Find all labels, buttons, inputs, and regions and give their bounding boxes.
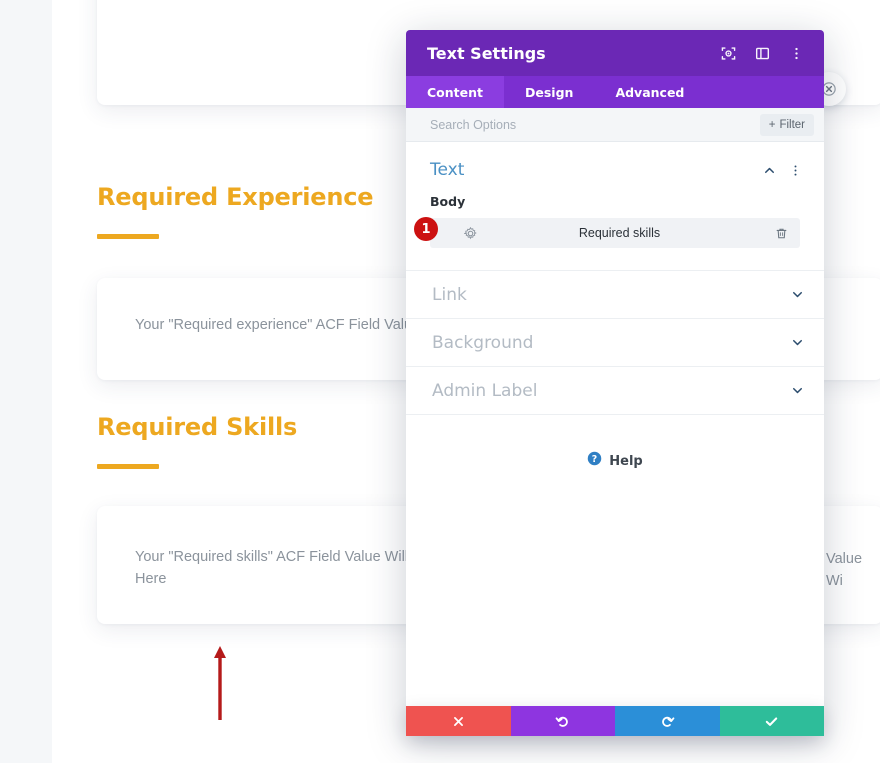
red-arrow-annotation [214,646,226,720]
text-settings-modal: Text Settings Content Design Advanced Se… [406,30,824,735]
field-body: Body 1 Required skills [406,194,824,270]
heading-rule-experience [97,234,159,239]
modal-titlebar[interactable]: Text Settings [406,30,824,76]
modal-title: Text Settings [427,43,546,63]
plus-icon: + [768,118,776,131]
gear-icon[interactable] [464,226,477,240]
option-group-kebab-icon[interactable] [786,161,804,179]
help-circle-icon: ? [587,451,602,471]
option-group-admin-label[interactable]: Admin Label [406,367,824,415]
chevron-down-icon[interactable] [791,384,804,397]
card-text-overflow-right: Value Wi [826,551,863,589]
option-group-text-header[interactable]: Text [406,142,824,194]
modal-action-bar [406,706,824,736]
dynamic-content-value: Required skills [578,226,661,240]
option-group-link[interactable]: Link [406,271,824,319]
kebab-menu-icon[interactable] [782,39,810,67]
option-group-admin-label-title: Admin Label [432,380,538,401]
heading-required-skills: Required Skills [97,413,298,441]
heading-rule-skills [97,464,159,469]
option-group-background-title: Background [432,332,534,353]
chevron-down-icon[interactable] [791,336,804,349]
undo-button[interactable] [510,706,615,736]
cancel-button[interactable] [406,706,511,736]
dynamic-content-row[interactable]: 1 Required skills [414,217,800,248]
heading-required-experience: Required Experience [97,183,374,211]
checkmark-icon [766,716,778,726]
panel-layout-icon[interactable] [748,39,776,67]
option-group-text: Text Body 1 Required skills [406,142,824,271]
close-icon [822,82,836,96]
option-group-text-title: Text [430,160,465,180]
redo-button[interactable] [615,706,720,736]
focus-target-icon[interactable] [714,39,742,67]
redo-arrow-icon [661,716,675,727]
field-body-label: Body [430,194,466,209]
option-group-background[interactable]: Background [406,319,824,367]
filter-button[interactable]: + Filter [759,113,814,136]
tab-content[interactable]: Content [406,76,504,108]
search-input[interactable] [430,117,760,132]
modal-tabs: Content Design Advanced [406,76,824,108]
chevron-down-icon[interactable] [791,288,804,301]
modal-title-icon-group [714,39,810,67]
undo-arrow-icon [555,716,569,727]
chevron-up-icon[interactable] [760,161,778,179]
help-label: Help [609,453,643,469]
modal-options-scroll-area[interactable]: Text Body 1 Required skills Link Backgro… [406,142,824,735]
help-row[interactable]: ? Help [406,415,824,471]
close-x-icon [453,716,463,726]
save-button[interactable] [719,706,824,736]
modal-search-bar: + Filter [406,108,824,142]
tab-advanced[interactable]: Advanced [594,76,705,108]
trash-icon[interactable] [775,227,788,240]
filter-button-label: Filter [779,118,805,131]
svg-text:?: ? [592,454,597,465]
option-group-link-title: Link [432,284,467,305]
tab-design[interactable]: Design [504,76,594,108]
step-badge-1: 1 [414,217,438,241]
